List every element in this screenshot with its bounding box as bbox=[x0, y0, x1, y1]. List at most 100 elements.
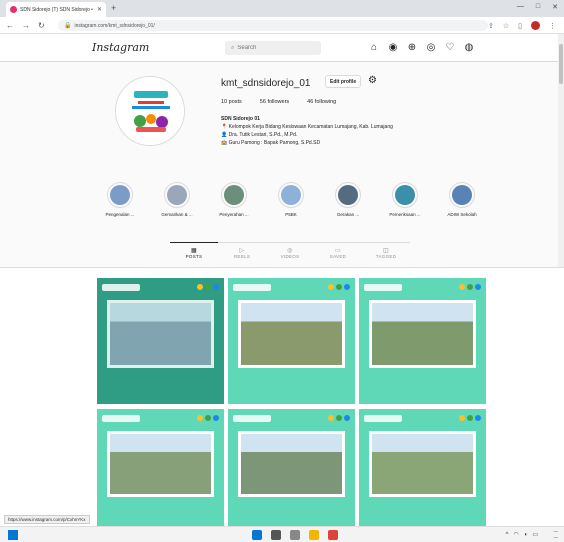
chrome-icon[interactable] bbox=[328, 530, 338, 540]
sidebar-icon[interactable]: ▯ bbox=[518, 22, 522, 30]
file-explorer-icon[interactable] bbox=[309, 530, 319, 540]
settings-gear-icon[interactable]: ⚙ bbox=[368, 75, 377, 86]
new-tab-button[interactable]: + bbox=[111, 3, 116, 13]
battery-icon[interactable]: ▭ bbox=[532, 531, 538, 538]
tab-posts[interactable]: ▦ POSTS bbox=[170, 242, 218, 259]
highlight-cover bbox=[395, 185, 415, 205]
home-icon[interactable]: ⌂ bbox=[368, 42, 380, 54]
following-count[interactable]: 46 following bbox=[307, 99, 336, 105]
back-icon[interactable]: ← bbox=[6, 21, 14, 30]
tab-label: TAGGED bbox=[375, 254, 397, 259]
highlight-item[interactable]: P5BK bbox=[271, 182, 311, 217]
instagram-logo[interactable]: Instagram bbox=[92, 41, 149, 54]
post-tile[interactable] bbox=[97, 409, 224, 526]
highlight-item[interactable]: Pemeriksaan ... bbox=[385, 182, 425, 217]
forward-icon[interactable]: → bbox=[22, 21, 30, 30]
post-photo bbox=[369, 431, 476, 497]
volume-icon[interactable]: ◖ bbox=[524, 532, 528, 538]
highlight-item[interactable]: Penyerahan ... bbox=[214, 182, 254, 217]
profile-nav-avatar-icon[interactable]: ◍ bbox=[463, 42, 475, 54]
instagram-favicon-icon bbox=[10, 6, 17, 13]
bookmark-star-icon[interactable]: ☆ bbox=[503, 22, 509, 30]
page: SDN Sidorejo (T) SDN Sidorejo • Inst... … bbox=[0, 0, 564, 542]
highlight-label: P5BK bbox=[285, 212, 297, 217]
minimize-icon[interactable]: — bbox=[517, 3, 524, 11]
school-logo-banner bbox=[102, 414, 140, 422]
edit-profile-button[interactable]: Edit profile bbox=[325, 75, 362, 88]
page-scrollbar[interactable] bbox=[558, 34, 564, 267]
post-badge-icons bbox=[328, 415, 350, 421]
tab-reels[interactable]: ▷ REELS bbox=[218, 243, 266, 259]
post-tile[interactable] bbox=[97, 278, 224, 404]
address-bar-row: ← → ↻ 🔒 instagram.com/kmt_sdnsidorejo_01… bbox=[0, 17, 564, 34]
post-tile[interactable] bbox=[228, 409, 355, 526]
omnibox[interactable]: 🔒 instagram.com/kmt_sdnsidorejo_01/ bbox=[58, 20, 488, 31]
menu-dots-icon[interactable]: ⋮ bbox=[549, 22, 556, 30]
highlight-item[interactable]: Pengenalan ... bbox=[100, 182, 140, 217]
wifi-icon[interactable]: ◠ bbox=[513, 531, 518, 538]
post-tile[interactable] bbox=[359, 409, 486, 526]
posts-count: 10 posts bbox=[221, 99, 242, 105]
windows-start-icon[interactable] bbox=[8, 530, 18, 540]
tab-tagged[interactable]: ◫ TAGGED bbox=[362, 243, 410, 259]
tab-close-icon[interactable]: ✕ bbox=[97, 6, 102, 13]
profile-avatar-icon[interactable] bbox=[531, 21, 540, 30]
highlight-label: Penyerahan ... bbox=[219, 212, 249, 217]
search-box[interactable]: ⌕ bbox=[225, 41, 321, 55]
taskbar-clock[interactable]: — — bbox=[554, 529, 559, 541]
task-view-icon[interactable] bbox=[290, 530, 300, 540]
post-photo bbox=[238, 300, 345, 368]
heart-icon[interactable]: ♡ bbox=[444, 42, 456, 54]
nav-buttons: ← → ↻ bbox=[0, 21, 45, 30]
start-menu-icon[interactable] bbox=[252, 530, 262, 540]
post-photo bbox=[238, 431, 345, 497]
highlight-cover bbox=[281, 185, 301, 205]
search-icon: ⌕ bbox=[231, 44, 235, 51]
browser-tab[interactable]: SDN Sidorejo (T) SDN Sidorejo • Inst... … bbox=[6, 2, 106, 17]
grid-icon: ▦ bbox=[191, 248, 197, 254]
close-window-icon[interactable]: ✕ bbox=[552, 3, 558, 11]
lock-icon: 🔒 bbox=[64, 23, 72, 29]
tab-videos[interactable]: ◎ VIDEOS bbox=[266, 243, 314, 259]
search-input[interactable] bbox=[237, 45, 308, 51]
scrollbar-thumb[interactable] bbox=[559, 44, 563, 84]
post-tile[interactable] bbox=[359, 278, 486, 404]
browser-window-bottom: https://www.instagram.com/p/CxhnYKx ^ ◠ … bbox=[0, 278, 564, 542]
highlight-item[interactable]: ADIW Sekolah bbox=[442, 182, 482, 217]
reload-icon[interactable]: ↻ bbox=[38, 21, 45, 30]
tab-label: REELS bbox=[233, 254, 251, 259]
maximize-icon[interactable]: □ bbox=[536, 3, 540, 11]
explore-icon[interactable]: ◎ bbox=[425, 42, 437, 54]
followers-count[interactable]: 56 followers bbox=[260, 99, 289, 105]
post-photo bbox=[107, 300, 214, 368]
chevron-up-icon[interactable]: ^ bbox=[506, 532, 509, 538]
browser-tab-strip: SDN Sidorejo (T) SDN Sidorejo • Inst... … bbox=[0, 0, 564, 17]
highlight-label: Gemarikan & ... bbox=[161, 212, 193, 217]
story-highlights: Pengenalan ... Gemarikan & ... Penyeraha… bbox=[100, 182, 482, 217]
profile-section: kmt_sdnsidorejo_01 Edit profile ⚙ 10 pos… bbox=[0, 62, 558, 267]
bio-line: 👤 Dra. Tutik Lestari, S.Pd., M.Pd. bbox=[221, 132, 298, 138]
post-photo bbox=[107, 431, 214, 497]
taskbar-apps bbox=[252, 530, 338, 540]
instagram-nav-icons: ⌂ ◉ ⊕ ◎ ♡ ◍ bbox=[368, 42, 475, 54]
search-taskbar-icon[interactable] bbox=[271, 530, 281, 540]
clock-date: — bbox=[553, 535, 559, 540]
clock-time: — bbox=[553, 529, 559, 534]
profile-picture[interactable] bbox=[115, 76, 185, 146]
messenger-icon[interactable]: ◉ bbox=[387, 42, 399, 54]
post-badge-icons bbox=[328, 284, 350, 290]
post-photo bbox=[369, 300, 476, 368]
tab-saved[interactable]: ▭ SAVED bbox=[314, 243, 362, 259]
highlight-item[interactable]: Gemarikan & ... bbox=[157, 182, 197, 217]
share-icon[interactable]: ⇪ bbox=[488, 22, 494, 30]
highlight-item[interactable]: Gerakan ... bbox=[328, 182, 368, 217]
windows-taskbar: ^ ◠ ◖ ▭ — — bbox=[0, 526, 564, 542]
bio-name: SDN Sidorejo 01 bbox=[221, 116, 260, 122]
browser-window-top: SDN Sidorejo (T) SDN Sidorejo • Inst... … bbox=[0, 0, 564, 268]
post-tile[interactable] bbox=[228, 278, 355, 404]
new-post-icon[interactable]: ⊕ bbox=[406, 42, 418, 54]
highlight-cover bbox=[452, 185, 472, 205]
highlight-label: Pemeriksaan ... bbox=[389, 212, 421, 217]
posts-grid bbox=[97, 278, 487, 526]
highlight-cover bbox=[110, 185, 130, 205]
